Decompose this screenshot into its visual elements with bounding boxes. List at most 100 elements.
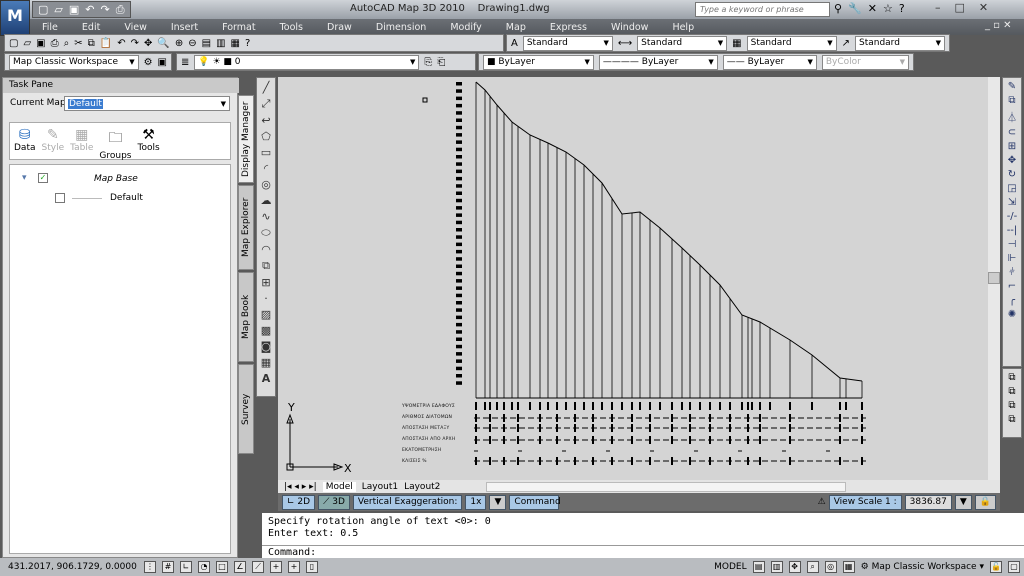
command-input[interactable]: Command: bbox=[262, 545, 1024, 558]
checkbox-checked[interactable]: ✓ bbox=[38, 173, 48, 183]
circle-icon[interactable]: ◎ bbox=[261, 178, 271, 191]
ducs-icon[interactable]: ⟋ bbox=[252, 561, 264, 573]
2d-button[interactable]: ∟ 2D bbox=[282, 494, 316, 510]
chamfer-icon[interactable]: ⌐ bbox=[1008, 281, 1016, 292]
scroll-thumb[interactable] bbox=[988, 272, 1000, 284]
zoom-icon[interactable]: ⌕ bbox=[806, 561, 819, 573]
stretch-icon[interactable]: ⇲ bbox=[1008, 197, 1016, 208]
lineweight-icon[interactable]: + bbox=[288, 561, 300, 573]
mtext-icon[interactable]: A bbox=[262, 372, 271, 385]
undo-icon[interactable]: ↶ bbox=[85, 3, 94, 16]
groups-button[interactable]: 🗀 Groups bbox=[99, 127, 131, 161]
bring-front-icon[interactable]: ⧉ bbox=[1008, 372, 1015, 383]
color-select[interactable]: ■ ByLayer ▼ bbox=[483, 54, 594, 70]
construction-line-icon[interactable]: ⤢ bbox=[262, 97, 271, 111]
send-under-icon[interactable]: ⧉ bbox=[1008, 414, 1015, 425]
trim-icon[interactable]: -/- bbox=[1007, 211, 1018, 222]
tab-layout1[interactable]: Layout1 bbox=[362, 482, 398, 492]
tab-model[interactable]: Model bbox=[322, 481, 356, 492]
command-button[interactable]: Command bbox=[509, 494, 561, 510]
binoculars-icon[interactable]: ⚲ bbox=[834, 2, 842, 15]
grid-icon[interactable]: # bbox=[162, 561, 174, 573]
checkbox[interactable] bbox=[55, 193, 65, 203]
ortho-icon[interactable]: ∟ bbox=[180, 561, 192, 573]
line-icon[interactable]: ╱ bbox=[263, 81, 270, 94]
tree-group-map-base[interactable]: Map Base bbox=[94, 174, 138, 184]
3d-button[interactable]: ⟋ 3D bbox=[318, 494, 350, 510]
save-icon[interactable]: ▣ bbox=[69, 3, 79, 16]
tab-nav-icon[interactable]: |◂ ◂ ▸ ▸| bbox=[284, 482, 317, 492]
tab-map-explorer[interactable]: Map Explorer bbox=[238, 185, 254, 270]
point-icon[interactable]: · bbox=[264, 292, 268, 305]
polygon-icon[interactable]: ⬠ bbox=[261, 130, 271, 143]
plot-icon[interactable]: ⎙ bbox=[51, 38, 59, 49]
lock-icon[interactable]: 🔒 bbox=[974, 494, 996, 510]
redo-icon[interactable]: ↷ bbox=[101, 3, 110, 16]
satellite-icon[interactable]: ✕ bbox=[868, 2, 877, 15]
spline-icon[interactable]: ∿ bbox=[261, 210, 270, 223]
osnap-icon[interactable]: □ bbox=[216, 561, 228, 573]
linetype-select[interactable]: ———— ByLayer ▼ bbox=[598, 54, 718, 70]
mirror-icon[interactable]: ⏃ bbox=[1007, 109, 1017, 124]
text-style-select[interactable]: Standard ▼ bbox=[522, 35, 613, 51]
horizontal-scrollbar[interactable] bbox=[486, 481, 847, 492]
save-icon[interactable]: ▣ bbox=[36, 38, 45, 49]
insert-block-icon[interactable]: ⧉ bbox=[262, 259, 270, 273]
dyn-icon[interactable]: + bbox=[270, 561, 282, 573]
tab-survey[interactable]: Survey bbox=[238, 364, 254, 454]
ellipse-arc-icon[interactable]: ◠ bbox=[261, 243, 271, 256]
tree-item-default[interactable]: Default bbox=[110, 193, 143, 203]
calculator-icon[interactable]: ▦ bbox=[231, 38, 240, 49]
chevron-down-icon[interactable]: ▼ bbox=[954, 494, 972, 510]
menu-edit[interactable]: Edit bbox=[70, 22, 112, 33]
move-icon[interactable]: ✥ bbox=[1008, 155, 1016, 166]
design-center-icon[interactable]: ▥ bbox=[216, 38, 225, 49]
wrench-icon[interactable]: 🔧 bbox=[848, 2, 862, 15]
tab-layout2[interactable]: Layout2 bbox=[404, 482, 440, 492]
extend-icon[interactable]: --| bbox=[1007, 225, 1018, 236]
gear-icon[interactable]: ⚙ bbox=[144, 57, 153, 68]
menu-help[interactable]: Help bbox=[660, 22, 706, 33]
table-icon[interactable]: ▦ bbox=[261, 356, 271, 369]
dim-style-select[interactable]: Standard ▼ bbox=[637, 35, 728, 51]
copy-icon[interactable]: ⧉ bbox=[88, 38, 95, 49]
rectangle-icon[interactable]: ▭ bbox=[261, 146, 271, 159]
rotate-icon[interactable]: ↻ bbox=[1008, 169, 1016, 180]
lock-icon[interactable]: 🔓 bbox=[990, 561, 1002, 573]
document-window-controls[interactable]: _ ▫ ✕ bbox=[985, 20, 1012, 31]
layer-manager-icon[interactable]: ≣ bbox=[181, 57, 189, 68]
task-pane-title[interactable]: Task Pane bbox=[3, 78, 239, 93]
hatch-icon[interactable]: ▨ bbox=[261, 308, 271, 321]
array-icon[interactable]: ⊞ bbox=[1008, 141, 1016, 152]
zoom-icon[interactable]: 🔍 bbox=[157, 38, 169, 49]
help-icon[interactable]: ? bbox=[899, 2, 905, 15]
menu-insert[interactable]: Insert bbox=[159, 22, 210, 33]
zoom-previous-icon[interactable]: ⊖ bbox=[188, 38, 196, 49]
warning-icon[interactable]: ⚠ bbox=[818, 497, 826, 507]
menu-tools[interactable]: Tools bbox=[268, 22, 315, 33]
menu-file[interactable]: File bbox=[30, 22, 70, 33]
application-menu-button[interactable]: M bbox=[0, 0, 30, 36]
erase-icon[interactable]: ✎ bbox=[1008, 81, 1016, 92]
mleader-style-select[interactable]: Standard ▼ bbox=[854, 35, 945, 51]
star-icon[interactable]: ☆ bbox=[883, 2, 893, 15]
view-scale-value[interactable]: 3836.87 bbox=[904, 494, 952, 510]
menu-map[interactable]: Map bbox=[494, 22, 538, 33]
chevron-down-icon[interactable]: ▼ bbox=[489, 494, 507, 510]
clean-screen-icon[interactable]: ▢ bbox=[1008, 561, 1020, 573]
workspace-switch[interactable]: ⚙ Map Classic Workspace ▾ bbox=[861, 562, 984, 572]
menu-window[interactable]: Window bbox=[599, 22, 660, 33]
help-icon[interactable]: ? bbox=[245, 38, 250, 49]
menu-express[interactable]: Express bbox=[538, 22, 599, 33]
zoom-window-icon[interactable]: ⊕ bbox=[175, 38, 183, 49]
break-point-icon[interactable]: ⊣ bbox=[1008, 239, 1017, 250]
expand-icon[interactable]: ▾ bbox=[22, 173, 27, 183]
layer-select[interactable]: 💡 ☀ ■ 0 ▼ bbox=[194, 54, 420, 70]
make-current-icon[interactable]: ⎘ bbox=[424, 57, 432, 68]
quick-view-drawings-icon[interactable]: ▥ bbox=[770, 561, 783, 573]
scale-icon[interactable]: ◲ bbox=[1007, 183, 1016, 194]
open-icon[interactable]: ▱ bbox=[54, 3, 62, 16]
vertical-exaggeration-value[interactable]: 1x bbox=[465, 494, 487, 510]
close-icon[interactable]: ✕ bbox=[979, 1, 988, 14]
polar-icon[interactable]: ◔ bbox=[198, 561, 210, 573]
